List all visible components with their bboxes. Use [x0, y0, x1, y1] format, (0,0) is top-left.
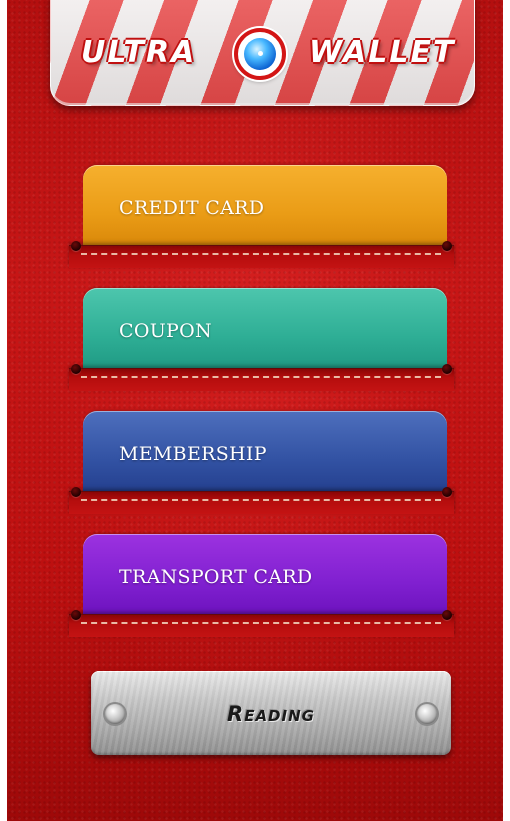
rivet-icon — [442, 241, 452, 251]
screw-icon — [417, 704, 437, 724]
brand-title-right: WALLET — [309, 35, 456, 70]
rivet-icon — [71, 241, 81, 251]
card-label: COUPON — [119, 320, 212, 342]
reading-button[interactable]: Reading — [91, 671, 451, 755]
stitching — [81, 253, 441, 255]
stitching — [81, 376, 441, 378]
app-logo — [234, 28, 286, 80]
reading-button-label: Reading — [227, 702, 315, 726]
pocket-edge — [69, 368, 454, 391]
membership-button[interactable]: MEMBERSHIP — [83, 411, 447, 493]
transport-card-button[interactable]: TRANSPORT CARD — [83, 534, 447, 616]
card-label: CREDIT CARD — [119, 197, 265, 219]
blue-orb-icon — [244, 38, 276, 70]
wallet-screen: ULTRA WALLET CREDIT CARD COUPON MEMBERSH… — [7, 0, 503, 821]
stitching — [81, 499, 441, 501]
pocket-edge — [69, 491, 454, 514]
brand-title-left: ULTRA — [81, 35, 197, 70]
credit-card-button[interactable]: CREDIT CARD — [83, 165, 447, 247]
pocket-edge — [69, 245, 454, 268]
card-label: TRANSPORT CARD — [119, 566, 313, 588]
stitching — [81, 622, 441, 624]
coupon-button[interactable]: COUPON — [83, 288, 447, 370]
pocket-credit-card: CREDIT CARD — [69, 165, 454, 268]
rivet-icon — [71, 610, 81, 620]
rivet-icon — [442, 610, 452, 620]
pocket-edge — [69, 614, 454, 637]
pocket-membership: MEMBERSHIP — [69, 411, 454, 514]
rivet-icon — [71, 487, 81, 497]
app-header: ULTRA WALLET — [50, 0, 475, 106]
pocket-coupon: COUPON — [69, 288, 454, 391]
card-label: MEMBERSHIP — [119, 443, 267, 465]
rivet-icon — [71, 364, 81, 374]
pocket-transport-card: TRANSPORT CARD — [69, 534, 454, 637]
rivet-icon — [442, 487, 452, 497]
rivet-icon — [442, 364, 452, 374]
